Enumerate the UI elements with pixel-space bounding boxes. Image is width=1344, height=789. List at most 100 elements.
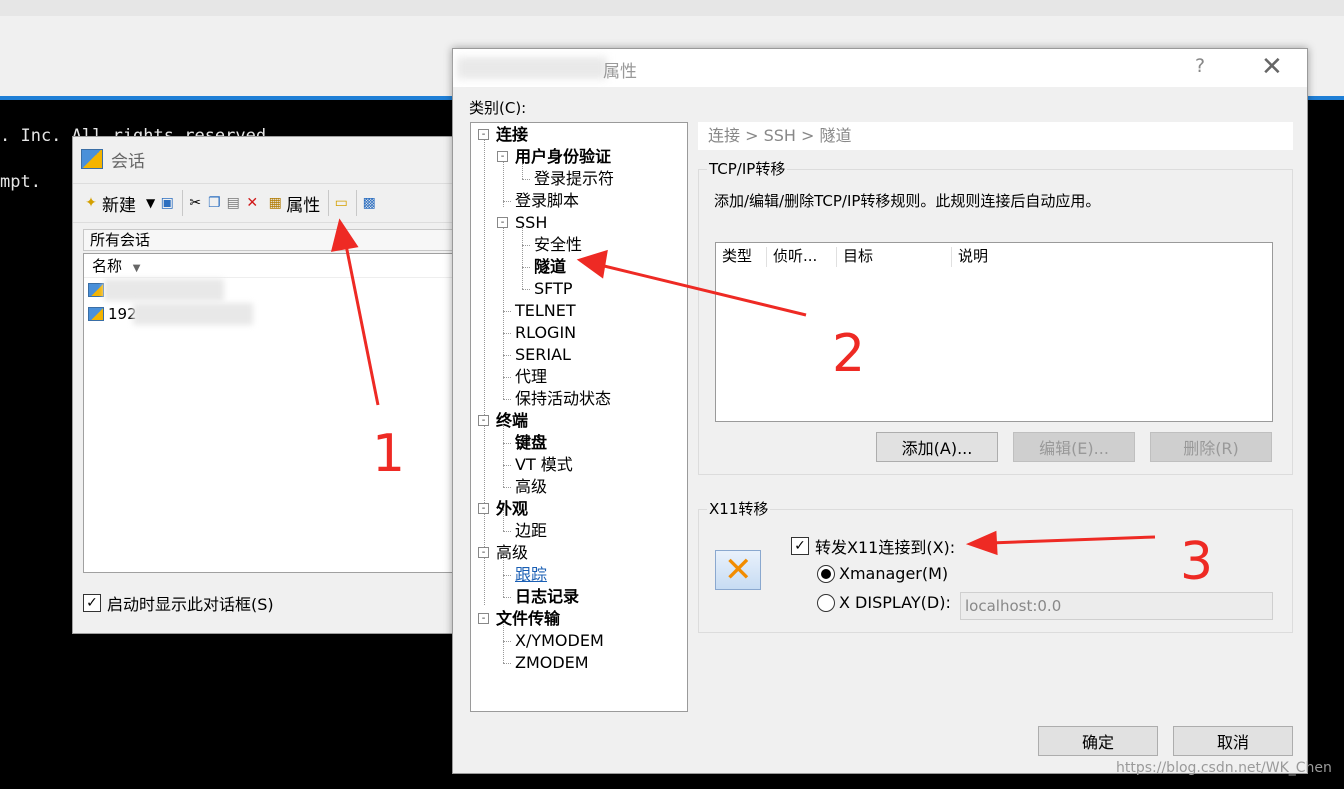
background-title-strip [0,0,1344,16]
sort-arrow-icon: ▼ [132,263,141,274]
xdisplay-input[interactable]: localhost:0.0 [960,592,1273,620]
xdisplay-option[interactable]: X DISPLAY(D): [817,593,951,612]
column-header-target[interactable]: 目标 [837,243,873,269]
tree-item[interactable]: VT 模式 [515,454,573,476]
tree-collapse-icon[interactable]: - [478,503,489,514]
dialog-title: 属性 [603,62,637,82]
tree-branch-line [503,377,511,378]
tree-collapse-icon[interactable]: - [478,547,489,558]
tree-item[interactable]: 文件传输 [496,608,560,630]
column-header-name[interactable]: 名称 ▼ [84,254,452,278]
tree-item[interactable]: 日志记录 [515,586,579,608]
tree-branch-line [503,531,511,532]
tree-item[interactable]: 键盘 [515,432,547,454]
tree-collapse-icon[interactable]: - [497,151,508,162]
tree-item[interactable]: 边距 [515,520,547,542]
session-manager-icon[interactable]: ▩ [361,195,377,211]
paste-icon[interactable]: ▤ [225,195,241,211]
ok-button[interactable]: 确定 [1038,726,1158,756]
column-header-type[interactable]: 类型 [716,243,752,269]
tree-item[interactable]: RLOGIN [515,322,576,344]
delete-icon[interactable]: ✕ [244,195,260,211]
tree-item[interactable]: 跟踪 [515,564,547,586]
delete-button[interactable]: 删除(R) [1150,432,1272,462]
xmanager-option[interactable]: Xmanager(M) [817,564,948,583]
tree-branch-line [503,355,511,356]
forward-x11-label: 转发X11连接到(X): [815,538,956,557]
column-header-description[interactable]: 说明 [952,243,988,269]
list-item[interactable] [84,278,452,302]
tree-item[interactable]: X/YMODEM [515,630,604,652]
tree-item[interactable]: 连接 [496,124,528,146]
tree-item[interactable]: ZMODEM [515,652,589,674]
tree-item[interactable]: 登录提示符 [534,168,614,190]
tcp-group-title: TCP/IP转移 [707,158,788,179]
new-session-label: 新建 [102,195,136,216]
tree-item[interactable]: 隧道 [534,256,566,278]
tree-item[interactable]: 代理 [515,366,547,388]
new-session-button[interactable]: ✦ 新建 ▼ [79,188,159,218]
annotation-label-1: 1 [372,424,406,484]
x11-group-title: X11转移 [707,498,771,519]
add-button[interactable]: 添加(A)... [876,432,998,462]
tree-collapse-icon[interactable]: - [497,217,508,228]
tree-branch-line [503,487,511,488]
tree-item[interactable]: TELNET [515,300,576,322]
tree-branch-line [503,443,511,444]
tree-item[interactable]: SSH [515,212,547,234]
column-header-listen[interactable]: 侦听... [767,243,817,269]
tree-item[interactable]: 高级 [496,542,528,564]
tree-collapse-icon[interactable]: - [478,415,489,426]
tree-item[interactable]: 外观 [496,498,528,520]
category-label: 类别(C): [469,99,527,117]
category-tree[interactable]: - 连接 - 用户身份验证 登录提示符 登录脚本 - SSH 安全性 隧道 SFTP TELNET RL… [470,122,688,712]
folder-icon[interactable]: ▭ [333,195,349,211]
xmanager-radio[interactable] [817,564,835,583]
redacted-title [457,57,607,79]
session-window-title: 会话 [81,145,145,173]
tree-item[interactable]: 终端 [496,410,528,432]
list-item[interactable]: 192 [84,302,452,326]
copy-icon[interactable]: ❐ [206,195,222,211]
properties-button[interactable]: ▦ 属性 [263,188,324,218]
tree-item[interactable]: 安全性 [534,234,582,256]
forward-x11-checkbox[interactable]: ✓ [791,537,809,555]
session-toolbar: ✦ 新建 ▼ ▣ ✂ ❐ ▤ ✕ ▦ 属性 ▭ ▩ [73,183,461,223]
show-on-startup-checkbox[interactable]: ✓ [83,594,101,612]
show-on-startup-row[interactable]: ✓ 启动时显示此对话框(S) [83,591,274,615]
session-list[interactable]: 名称 ▼ 192 [83,253,453,573]
close-icon[interactable]: ✕ [1261,52,1283,82]
tree-branch-line [522,179,530,180]
tree-item[interactable]: SFTP [534,278,573,300]
tree-item[interactable]: 登录脚本 [515,190,579,212]
tree-item[interactable]: 用户身份验证 [515,146,611,168]
show-on-startup-label: 启动时显示此对话框(S) [107,595,274,614]
cut-icon[interactable]: ✂ [187,195,203,211]
column-name-label: 名称 [92,257,123,275]
session-window: 会话 ✦ 新建 ▼ ▣ ✂ ❐ ▤ ✕ ▦ 属性 ▭ ▩ 所有会话 名称 ▼ 1… [72,136,462,634]
tree-collapse-icon[interactable]: - [478,129,489,140]
edit-button[interactable]: 编辑(E)... [1013,432,1135,462]
tree-branch-line [503,663,511,664]
tree-branch-line [522,289,530,290]
tree-branch-line [503,311,511,312]
session-window-title-text: 会话 [111,151,145,172]
tcp-rules-table[interactable]: 类型 侦听... 目标 说明 [715,242,1273,422]
connect-icon[interactable]: ▣ [159,195,175,211]
session-icon [88,283,104,297]
help-icon[interactable]: ? [1195,55,1205,77]
tree-branch-line [503,641,511,642]
watermark: https://blog.csdn.net/WK_Chen [1116,760,1332,776]
new-icon: ✦ [85,195,97,211]
cancel-button[interactable]: 取消 [1173,726,1293,756]
forward-x11-row[interactable]: ✓ 转发X11连接到(X): [791,534,955,558]
xdisplay-radio[interactable] [817,593,835,612]
tree-branch-line [522,245,530,246]
tcp-forwarding-group: TCP/IP转移 添加/编辑/删除TCP/IP转移规则。此规则连接后自动应用。 … [698,158,1293,475]
tree-guide-line [503,157,504,207]
tree-item[interactable]: SERIAL [515,344,571,366]
tree-item[interactable]: 高级 [515,476,547,498]
tree-collapse-icon[interactable]: - [478,613,489,624]
tree-item[interactable]: 保持活动状态 [515,388,611,410]
new-dropdown-chevron-icon[interactable]: ▼ [146,196,155,210]
